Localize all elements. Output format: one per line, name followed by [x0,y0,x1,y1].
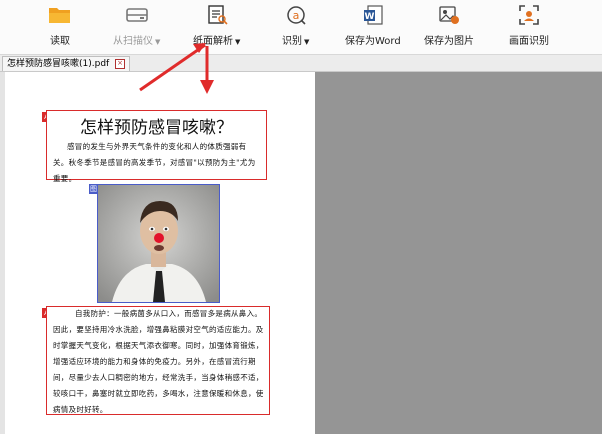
body-text-region[interactable]: 自我防护：一般病菌多从口入，而感冒多是病从鼻入。因此，要坚持用冷水洗脸，增强鼻粘… [46,306,270,415]
parse-label: 纸面解析 [193,36,233,47]
recognize-button[interactable]: a 识别 ▼ [282,4,309,50]
document-parse-icon [205,4,229,26]
chevron-down-icon: ▼ [155,38,161,46]
save-image-icon [437,4,461,26]
scanner-icon [125,4,149,26]
document-tabbar: 怎样预防感冒咳嗽(1).pdf × [0,55,602,72]
folder-icon [48,4,72,26]
screen-capture-icon [517,4,541,26]
read-label: 读取 [50,36,70,47]
scan-label: 从扫描仪 [113,36,153,47]
screen-recognize-button[interactable]: 画面识别 [509,4,549,50]
workspace-background [315,72,602,434]
chevron-down-icon: ▼ [304,38,310,46]
image-region[interactable] [97,184,220,303]
chevron-down-icon: ▼ [235,38,241,46]
document-tab-filename: 怎样预防感冒咳嗽(1).pdf [7,59,110,69]
paragraph-1: 感冒的发生与外界天气条件的变化和人的体质强弱有关。秋冬季节是感冒的高发季节，对感… [53,142,256,183]
svg-text:a: a [292,9,299,22]
save-image-button[interactable]: 保存为图片 [424,4,474,50]
scan-button[interactable]: 从扫描仪 ▼ [113,4,160,50]
close-icon[interactable]: × [115,58,126,69]
svg-text:W: W [364,12,374,22]
toolbar: 读取 从扫描仪▼ 纸面解析▼ a 识别▼ W 保存为Word 保存为图片 [0,0,602,55]
save-image-label: 保存为图片 [424,36,474,47]
man-photo [98,185,219,302]
document-page: A 怎样预防感冒咳嗽？ 感冒的发生与外界天气条件的变化和人的体质强弱有关。秋冬季… [5,72,315,434]
screen-recognize-label: 画面识别 [509,36,549,47]
save-word-button[interactable]: W 保存为Word [345,4,401,50]
word-icon: W [361,4,385,26]
paragraph-2: 自我防护：一般病菌多从口入，而感冒多是病从鼻入。因此，要坚持用冷水洗脸，增强鼻粘… [53,309,264,414]
recognize-icon: a [284,4,308,26]
parse-button[interactable]: 纸面解析 ▼ [193,4,240,50]
document-tab[interactable]: 怎样预防感冒咳嗽(1).pdf × [2,56,131,71]
title-text-region[interactable]: 怎样预防感冒咳嗽？ 感冒的发生与外界天气条件的变化和人的体质强弱有关。秋冬季节是… [46,110,267,183]
recognize-label: 识别 [282,36,302,47]
read-button[interactable]: 读取 [48,4,72,50]
document-title: 怎样预防感冒咳嗽？ [80,118,233,138]
save-word-label: 保存为Word [345,36,401,47]
